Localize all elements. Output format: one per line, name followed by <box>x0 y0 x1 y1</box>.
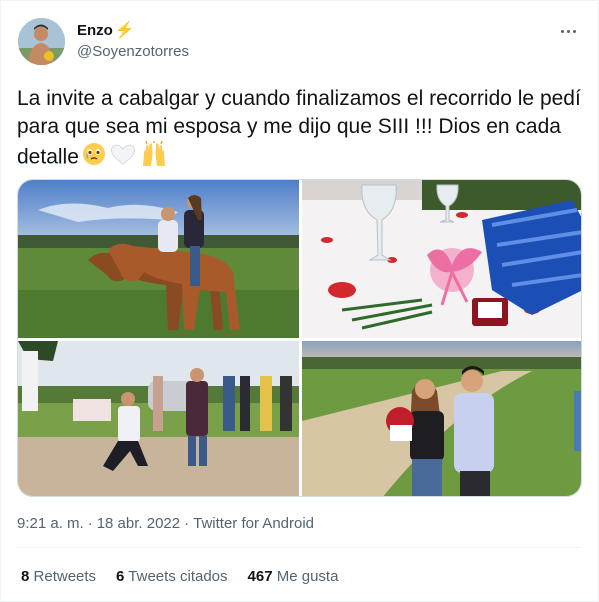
author-name-row: Enzo ⚡ <box>77 22 135 39</box>
quote-tweets-label: Tweets citados <box>128 568 228 585</box>
media-grid <box>17 179 582 497</box>
tweet-meta: 9:21 a. m. · 18 abr. 2022 · Twitter for … <box>17 515 314 532</box>
divider <box>17 547 582 548</box>
author-display-name[interactable]: Enzo <box>77 22 113 39</box>
tweet-stats: 8 Retweets 6 Tweets citados 467 Me gusta <box>21 568 338 585</box>
photo-horse-ride[interactable] <box>18 180 299 338</box>
lightning-icon: ⚡ <box>114 21 135 39</box>
photo-couple[interactable] <box>302 341 581 496</box>
tweet-source-link[interactable]: Twitter for Android <box>193 515 314 532</box>
tweet-date-link[interactable]: 18 abr. 2022 <box>97 515 180 532</box>
more-options-icon[interactable] <box>556 19 580 43</box>
white-heart-emoji <box>109 142 137 174</box>
photo-table-decoration[interactable] <box>302 180 581 338</box>
tweet-text: La invite a cabalgar y cuando finalizamo… <box>17 85 587 175</box>
face-holding-back-tears-emoji <box>82 142 106 174</box>
photo-proposal[interactable] <box>18 341 299 496</box>
quote-tweets-count: 6 <box>116 568 125 585</box>
likes-count: 467 <box>247 568 273 585</box>
likes-label: Me gusta <box>276 568 339 585</box>
raised-hands-emoji <box>140 140 168 175</box>
quote-tweets-stat[interactable]: 6 Tweets citados <box>116 568 227 585</box>
author-avatar[interactable] <box>18 18 65 65</box>
meta-separator: · <box>184 515 190 532</box>
retweets-stat[interactable]: 8 Retweets <box>21 568 96 585</box>
retweets-count: 8 <box>21 568 30 585</box>
tweet-card: Enzo ⚡ @Soyenzotorres La invite a cabalg… <box>0 0 599 602</box>
tweet-time-link[interactable]: 9:21 a. m. <box>17 515 84 532</box>
author-handle[interactable]: @Soyenzotorres <box>77 43 189 60</box>
likes-stat[interactable]: 467 Me gusta <box>248 568 339 585</box>
meta-separator: · <box>87 515 93 532</box>
retweets-label: Retweets <box>33 568 97 585</box>
